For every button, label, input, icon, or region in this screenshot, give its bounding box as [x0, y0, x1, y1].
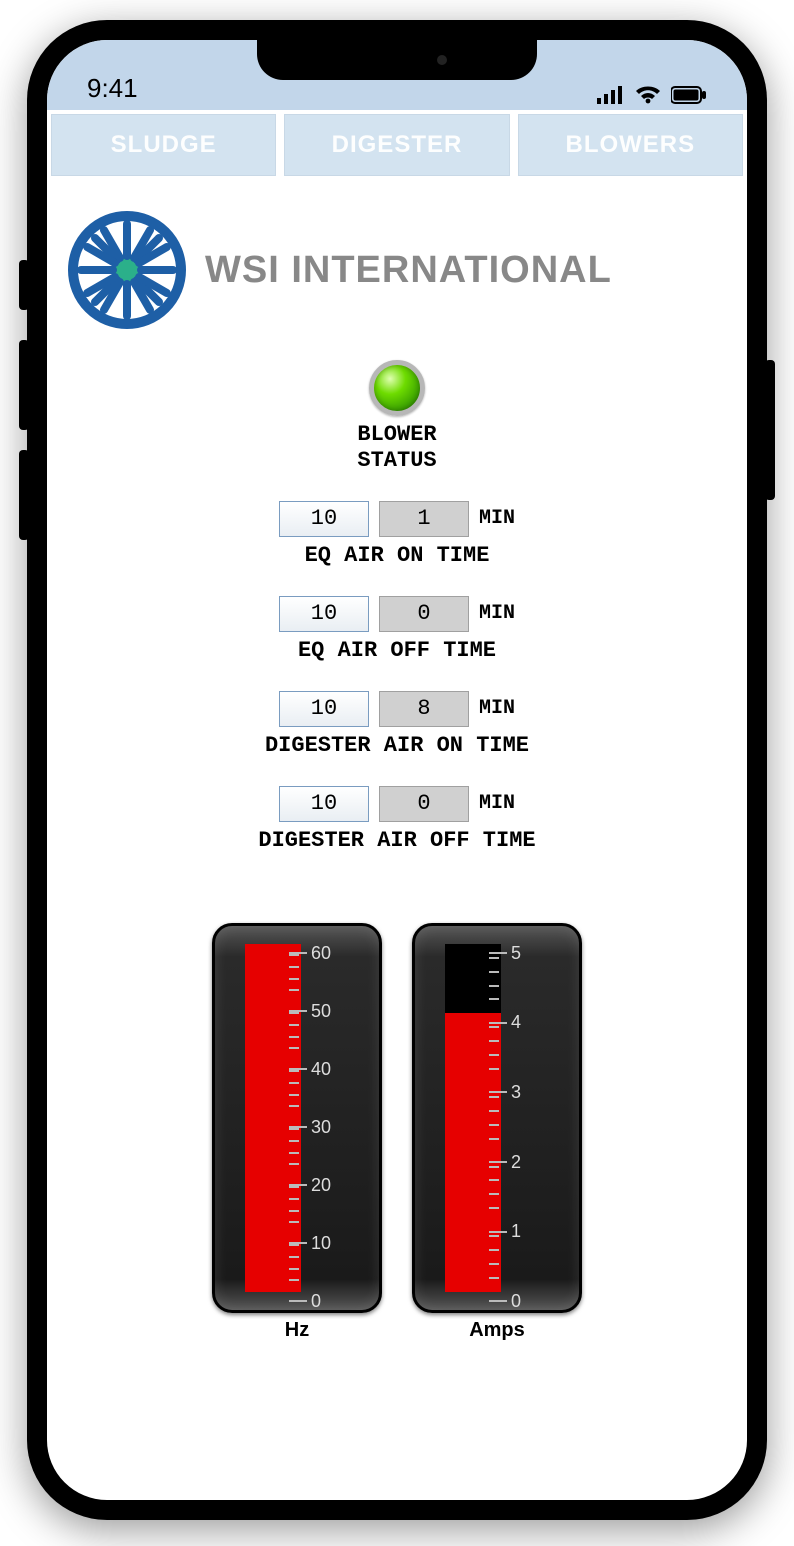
- gauge-tick-label: 20: [311, 1175, 331, 1196]
- blower-status-label-line1: BLOWER: [357, 422, 436, 447]
- param-group: 10 0 MIN EQ AIR OFF TIME: [67, 596, 727, 663]
- param-unit: MIN: [479, 792, 515, 815]
- tab-bar: SLUDGE DIGESTER BLOWERS: [47, 110, 747, 180]
- param-row: 10 0 MIN: [67, 596, 727, 632]
- gauge-tick-label: 50: [311, 1001, 331, 1022]
- gauge-tick-label: 1: [511, 1221, 521, 1242]
- gauge-ticks: 0102030405060: [289, 944, 359, 1292]
- phone-mute-switch: [19, 260, 29, 310]
- gauge: 0 10 20 30 40 50 60 Hz: [212, 923, 382, 1342]
- param-setpoint-input[interactable]: 10: [279, 691, 369, 727]
- blower-status-label: BLOWER STATUS: [67, 422, 727, 475]
- gauge-caption: Amps: [412, 1319, 582, 1342]
- company-logo-icon: [67, 210, 187, 330]
- gauge-caption: Hz: [212, 1319, 382, 1342]
- param-unit: MIN: [479, 697, 515, 720]
- param-label: EQ AIR OFF TIME: [67, 638, 727, 663]
- param-actual-display: 1: [379, 501, 469, 537]
- phone-notch: [257, 40, 537, 80]
- wifi-icon: [635, 86, 661, 104]
- gauge-tick-label: 3: [511, 1082, 521, 1103]
- gauge-body: 0 1 2 3 4 5: [412, 923, 582, 1313]
- param-label: DIGESTER AIR ON TIME: [67, 733, 727, 758]
- param-actual-display: 0: [379, 596, 469, 632]
- phone-power-button: [765, 360, 775, 500]
- param-group: 10 1 MIN EQ AIR ON TIME: [67, 501, 727, 568]
- gauge-tick-label: 2: [511, 1152, 521, 1173]
- status-time: 9:41: [87, 73, 138, 104]
- blower-status-block: BLOWER STATUS: [67, 360, 727, 475]
- param-setpoint-input[interactable]: 10: [279, 786, 369, 822]
- gauge-tick-label: 0: [311, 1291, 321, 1312]
- header: WSI INTERNATIONAL: [67, 210, 727, 330]
- gauges-row: 0 10 20 30 40 50 60 Hz 0 1 2 3 4 5 Amps: [67, 923, 727, 1342]
- param-setpoint-input[interactable]: 10: [279, 501, 369, 537]
- company-title: WSI INTERNATIONAL: [205, 249, 612, 292]
- phone-volume-down: [19, 450, 29, 540]
- gauge-tick-label: 4: [511, 1012, 521, 1033]
- phone-volume-up: [19, 340, 29, 430]
- tab-blowers[interactable]: BLOWERS: [518, 114, 743, 176]
- param-setpoint-input[interactable]: 10: [279, 596, 369, 632]
- battery-icon: [671, 86, 707, 104]
- param-actual-display: 0: [379, 786, 469, 822]
- param-group: 10 8 MIN DIGESTER AIR ON TIME: [67, 691, 727, 758]
- gauge-body: 0 10 20 30 40 50 60: [212, 923, 382, 1313]
- param-label: EQ AIR ON TIME: [67, 543, 727, 568]
- phone-frame: 9:41: [27, 20, 767, 1520]
- tab-sludge[interactable]: SLUDGE: [51, 114, 276, 176]
- cellular-signal-icon: [597, 86, 625, 104]
- param-actual-display: 8: [379, 691, 469, 727]
- param-group: 10 0 MIN DIGESTER AIR OFF TIME: [67, 786, 727, 853]
- gauge-tick-label: 5: [511, 943, 521, 964]
- param-unit: MIN: [479, 602, 515, 625]
- param-row: 10 8 MIN: [67, 691, 727, 727]
- gauge-tick-label: 10: [311, 1233, 331, 1254]
- param-row: 10 1 MIN: [67, 501, 727, 537]
- param-label: DIGESTER AIR OFF TIME: [67, 828, 727, 853]
- screen: 9:41: [47, 40, 747, 1500]
- param-row: 10 0 MIN: [67, 786, 727, 822]
- gauge-tick-label: 60: [311, 943, 331, 964]
- gauge-tick-label: 30: [311, 1117, 331, 1138]
- gauge-tick-label: 0: [511, 1291, 521, 1312]
- gauge: 0 1 2 3 4 5 Amps: [412, 923, 582, 1342]
- main-content: WSI INTERNATIONAL BLOWER STATUS 101MINEQ…: [47, 180, 747, 1362]
- blower-status-led-icon: [369, 360, 425, 416]
- gauge-ticks: 012345: [489, 944, 559, 1292]
- tab-digester[interactable]: DIGESTER: [284, 114, 509, 176]
- param-unit: MIN: [479, 507, 515, 530]
- gauge-tick-label: 40: [311, 1059, 331, 1080]
- blower-status-label-line2: STATUS: [357, 448, 436, 473]
- status-indicators: [597, 86, 707, 104]
